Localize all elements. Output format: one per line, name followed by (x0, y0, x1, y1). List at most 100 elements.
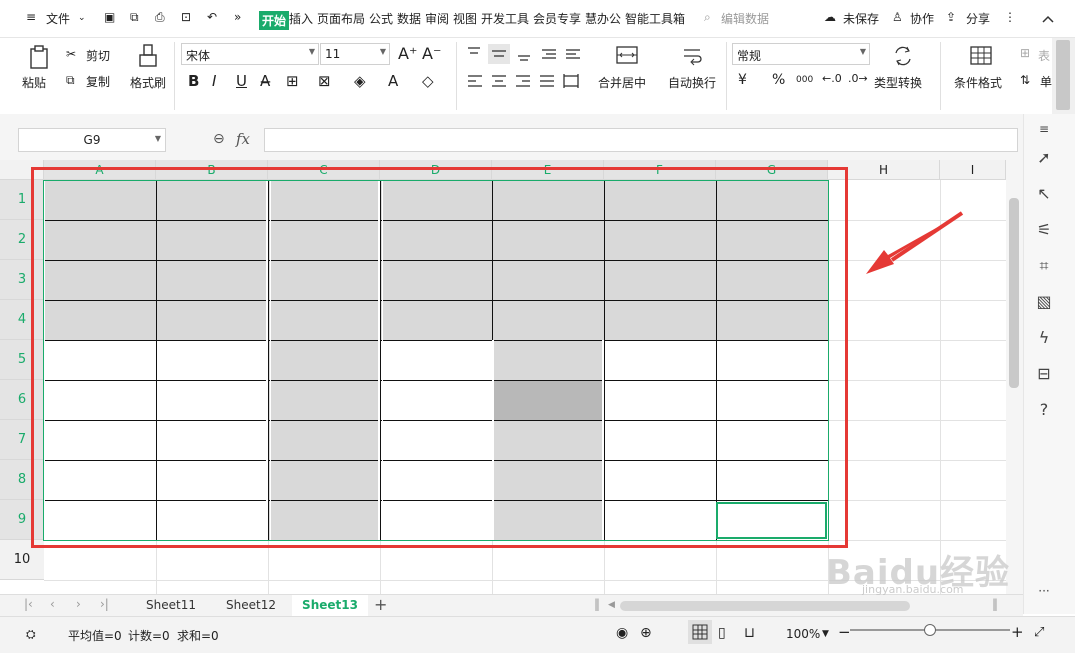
underline-button[interactable]: U (236, 72, 247, 90)
italic-button[interactable]: I (212, 72, 216, 90)
zoom-in-icon[interactable]: + (1011, 623, 1024, 641)
search-command[interactable]: 编辑数据 (721, 10, 769, 27)
percent-button[interactable]: % (772, 72, 785, 88)
formula-input[interactable] (264, 128, 1018, 152)
vertical-align-icons[interactable] (464, 44, 584, 64)
add-sheet-icon[interactable]: + (374, 595, 387, 614)
normal-view-button[interactable] (688, 620, 712, 644)
type-convert-icon[interactable] (890, 44, 916, 68)
wrap-text-button[interactable]: 自动换行 (668, 74, 716, 91)
cell-style-icon[interactable]: ⊠ (318, 72, 331, 90)
sheet-tab-sheet11[interactable]: Sheet11 (134, 595, 208, 616)
image-icon[interactable]: ▧ (1032, 292, 1056, 316)
conditional-format-button[interactable]: 条件格式 (954, 74, 1002, 91)
tab-view[interactable]: 视图 (453, 10, 477, 27)
macro-icon[interactable]: ⛭ (26, 627, 36, 642)
share-button[interactable]: 分享 (966, 10, 990, 27)
cell-button[interactable]: 单 (1040, 73, 1052, 90)
column-header-i[interactable]: I (940, 160, 1006, 180)
unsaved-status[interactable]: 未保存 (843, 10, 879, 27)
book-search-icon[interactable]: ⊟ (1032, 364, 1056, 388)
spreadsheet-grid[interactable]: A B C D E F G H I 1 2 3 4 5 6 7 8 9 10 (0, 160, 1006, 594)
type-convert-button[interactable]: 类型转换 (874, 74, 922, 91)
collapse-ribbon-button[interactable] (1035, 8, 1061, 30)
wrap-text-icon[interactable] (680, 44, 706, 68)
vertical-scroll-thumb[interactable] (1009, 198, 1019, 388)
more-dots-icon[interactable]: ··· (1032, 584, 1056, 608)
zoom-slider-handle[interactable] (924, 624, 936, 636)
paste-button[interactable]: 粘贴 (22, 74, 46, 91)
tab-home[interactable]: 开始 (259, 11, 290, 30)
hamburger-menu-icon[interactable]: ≡ (26, 10, 36, 24)
pointer-icon[interactable]: ↖ (1032, 184, 1056, 208)
tab-formulas[interactable]: 公式 (369, 10, 393, 27)
panel-menu-icon[interactable]: ≡ (1032, 122, 1056, 146)
decrease-decimal-icon[interactable]: .0→ (848, 72, 868, 85)
table-style-button[interactable]: 表 (1038, 47, 1050, 64)
tab-splitter-right-icon[interactable]: ‖ (992, 597, 998, 611)
font-color-icon[interactable]: A (388, 72, 398, 90)
print-preview-icon[interactable]: ⊡ (181, 10, 191, 24)
more-tools-icon[interactable]: » (234, 10, 241, 24)
ribbon-scrollbar[interactable] (1052, 38, 1075, 114)
undo-icon[interactable]: ↶ (207, 10, 217, 24)
help-icon[interactable]: ? (1032, 400, 1056, 424)
crop-icon[interactable]: ⌗ (1032, 256, 1056, 280)
table-style-icon[interactable]: ⊞ (1020, 46, 1030, 60)
print-icon[interactable]: ⎙ (155, 10, 165, 25)
horizontal-scrollbar[interactable] (620, 601, 910, 611)
page-break-view-icon[interactable]: ⊔ (744, 625, 755, 641)
bold-button[interactable]: B (188, 72, 199, 90)
horizontal-align-icons[interactable] (464, 72, 584, 90)
paste-icon[interactable] (26, 44, 52, 70)
zoom-chevron-icon[interactable]: ▼ (822, 629, 829, 639)
rocket-icon[interactable]: ➚ (1032, 148, 1056, 172)
tab-smart-office[interactable]: 慧办公 (585, 10, 621, 27)
prev-sheet-icon[interactable]: ‹ (50, 597, 55, 611)
clear-format-icon[interactable]: ◇ (422, 72, 434, 90)
cut-icon[interactable]: ✂ (66, 47, 76, 61)
zoom-formula-icon[interactable]: ⊖ (213, 131, 225, 147)
fill-color-icon[interactable]: ◈ (354, 72, 366, 90)
thousands-button[interactable]: 000 (796, 75, 813, 85)
sort-icon[interactable]: ⇅ (1020, 73, 1030, 87)
merge-center-icon[interactable] (614, 44, 640, 68)
strikethrough-icon[interactable]: A̶ (260, 72, 270, 90)
adjust-icon[interactable]: ⚟ (1032, 220, 1056, 244)
font-size-select[interactable]: 11 ▼ (320, 43, 390, 65)
next-sheet-icon[interactable]: › (76, 597, 81, 611)
lightning-icon[interactable]: ϟ (1032, 328, 1056, 352)
tab-developer[interactable]: 开发工具 (481, 10, 529, 27)
more-options-icon[interactable]: ⋮ (1004, 10, 1016, 24)
file-menu-chevron-icon[interactable]: ⌄ (78, 13, 86, 23)
format-painter-button[interactable]: 格式刷 (130, 74, 166, 91)
copy-button[interactable]: 复制 (86, 73, 110, 90)
conditional-format-icon[interactable] (968, 44, 994, 68)
tab-page-layout[interactable]: 页面布局 (317, 10, 365, 27)
zoom-level[interactable]: 100% (786, 627, 820, 641)
increase-decimal-icon[interactable]: ←.0 (822, 72, 842, 85)
increase-font-icon[interactable]: A⁺ (398, 44, 417, 63)
sheet-tab-sheet12[interactable]: Sheet12 (214, 595, 288, 616)
tab-member[interactable]: 会员专享 (533, 10, 581, 27)
tab-data[interactable]: 数据 (397, 10, 421, 27)
fx-icon[interactable]: fx (236, 130, 250, 148)
tab-insert[interactable]: 插入 (289, 10, 313, 27)
copy-icon[interactable]: ⧉ (66, 73, 75, 88)
format-painter-icon[interactable] (136, 43, 160, 69)
page-layout-view-icon[interactable]: ▯ (718, 625, 726, 641)
tab-splitter-icon[interactable]: ‖ (594, 597, 600, 611)
sheet-tab-sheet13[interactable]: Sheet13 (292, 595, 368, 616)
number-format-select[interactable]: 常规 ▼ (732, 43, 870, 65)
reading-mode-icon[interactable]: ⊕ (640, 625, 652, 641)
file-menu[interactable]: 文件 (46, 10, 70, 27)
scroll-left-icon[interactable]: ◀ (608, 600, 615, 610)
borders-icon[interactable]: ⊞ (286, 72, 299, 90)
ribbon-scroll-thumb[interactable] (1056, 40, 1070, 110)
zoom-out-icon[interactable]: − (838, 623, 851, 641)
collab-button[interactable]: 协作 (910, 10, 934, 27)
font-name-select[interactable]: 宋体 ▼ (181, 43, 319, 65)
tab-review[interactable]: 审阅 (425, 10, 449, 27)
export-icon[interactable]: ⧉ (130, 10, 139, 25)
first-sheet-icon[interactable]: |‹ (24, 597, 33, 611)
